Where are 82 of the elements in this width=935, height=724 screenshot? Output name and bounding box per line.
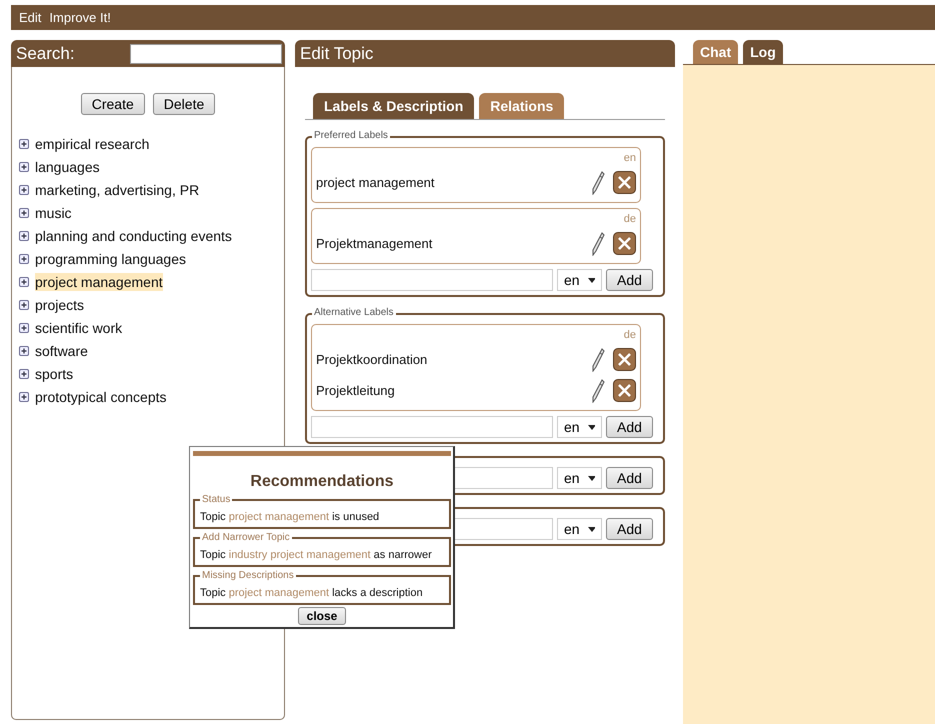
- add-button[interactable]: Add: [606, 269, 653, 291]
- recommendation-text: Topic project management lacks a description: [200, 587, 424, 599]
- caret-icon: [588, 278, 595, 282]
- expand-icon[interactable]: [19, 184, 29, 194]
- expand-icon[interactable]: [19, 346, 29, 356]
- tree-item[interactable]: prototypical concepts: [35, 388, 167, 406]
- search-field[interactable]: [130, 44, 282, 64]
- edit-button[interactable]: [591, 170, 605, 194]
- close-button[interactable]: close: [298, 607, 346, 625]
- tab[interactable]: Log: [743, 40, 783, 64]
- caret-icon: [588, 476, 595, 480]
- caret-icon: [588, 526, 595, 532]
- language-select[interactable]: en: [557, 467, 602, 489]
- tree-button[interactable]: Delete: [152, 93, 216, 115]
- tree-item[interactable]: software: [35, 342, 88, 360]
- pencil-icon: [591, 232, 605, 256]
- label-text: Projektkoordination: [316, 352, 428, 367]
- label-text: project management: [316, 175, 436, 190]
- tree-button[interactable]: Create: [80, 93, 145, 115]
- remove-button[interactable]: [613, 232, 636, 255]
- cross-icon: [617, 236, 632, 251]
- expand-icon[interactable]: [19, 276, 29, 286]
- tree-item[interactable]: empirical research: [35, 134, 150, 152]
- section-legend: Add Narrower Topic: [200, 532, 292, 543]
- language-tag: de: [316, 329, 636, 344]
- add-button[interactable]: Add: [606, 467, 653, 489]
- section-legend: Missing Descriptions: [200, 570, 296, 581]
- edit-button[interactable]: [591, 232, 605, 256]
- tab[interactable]: Chat: [693, 40, 738, 64]
- tree-item[interactable]: programming languages: [35, 250, 186, 268]
- expand-icon[interactable]: [19, 138, 29, 148]
- add-button[interactable]: Add: [606, 416, 653, 438]
- edit-button[interactable]: [591, 348, 605, 372]
- label-input[interactable]: [311, 269, 553, 291]
- recommendation-text: Topic industry project management as narrower: [200, 549, 433, 561]
- pencil-icon: [591, 378, 605, 402]
- edit-button[interactable]: [591, 378, 605, 402]
- cross-icon: [617, 175, 632, 190]
- tab[interactable]: Relations: [479, 93, 564, 119]
- expand-icon[interactable]: [19, 322, 29, 332]
- label-input[interactable]: [311, 416, 553, 438]
- expand-icon[interactable]: [19, 392, 29, 402]
- tree-item[interactable]: planning and conducting events: [35, 226, 232, 244]
- language-select[interactable]: en: [557, 416, 602, 438]
- tree-item[interactable]: marketing, advertising, PR: [35, 180, 200, 198]
- group-legend: Preferred Labels: [312, 130, 390, 141]
- expand-icon[interactable]: [19, 300, 29, 310]
- search-label: Search:: [16, 44, 75, 64]
- remove-button[interactable]: [613, 379, 636, 402]
- remove-button[interactable]: [613, 171, 636, 194]
- expand-icon[interactable]: [19, 162, 29, 172]
- tab[interactable]: Labels & Description: [313, 93, 474, 119]
- expand-icon[interactable]: [19, 208, 29, 218]
- expand-icon[interactable]: [19, 254, 29, 264]
- expand-icon[interactable]: [19, 230, 29, 240]
- panel-title: Edit Topic: [295, 40, 675, 67]
- pencil-icon: [591, 170, 605, 194]
- expand-icon[interactable]: [19, 368, 29, 378]
- menu-item[interactable]: Edit: [19, 10, 42, 25]
- tree-item[interactable]: music: [35, 204, 72, 222]
- cross-icon: [617, 383, 632, 398]
- caret-icon: [588, 424, 595, 430]
- pencil-icon: [591, 348, 605, 372]
- language-select[interactable]: en: [557, 269, 602, 291]
- dialog-title: Recommendations: [249, 473, 395, 491]
- tree-item[interactable]: scientific work: [35, 318, 122, 336]
- remove-button[interactable]: [613, 348, 636, 371]
- add-button[interactable]: Add: [606, 518, 653, 540]
- menu-item[interactable]: Improve It!: [49, 10, 111, 25]
- group-legend: Alternative Labels: [312, 307, 396, 318]
- label-text: Projektleitung: [316, 383, 396, 398]
- recommendation-text: Topic project management is unused: [200, 511, 380, 523]
- section-legend: Status: [200, 494, 232, 505]
- language-tag: de: [316, 213, 636, 228]
- tree-item[interactable]: projects: [35, 296, 84, 314]
- cross-icon: [617, 352, 632, 367]
- tree-item[interactable]: languages: [35, 158, 100, 176]
- tree-item[interactable]: project management: [35, 272, 163, 290]
- label-text: Projektmanagement: [316, 236, 434, 251]
- language-select[interactable]: en: [557, 518, 602, 540]
- tree-item[interactable]: sports: [35, 364, 74, 382]
- language-tag: en: [316, 152, 636, 167]
